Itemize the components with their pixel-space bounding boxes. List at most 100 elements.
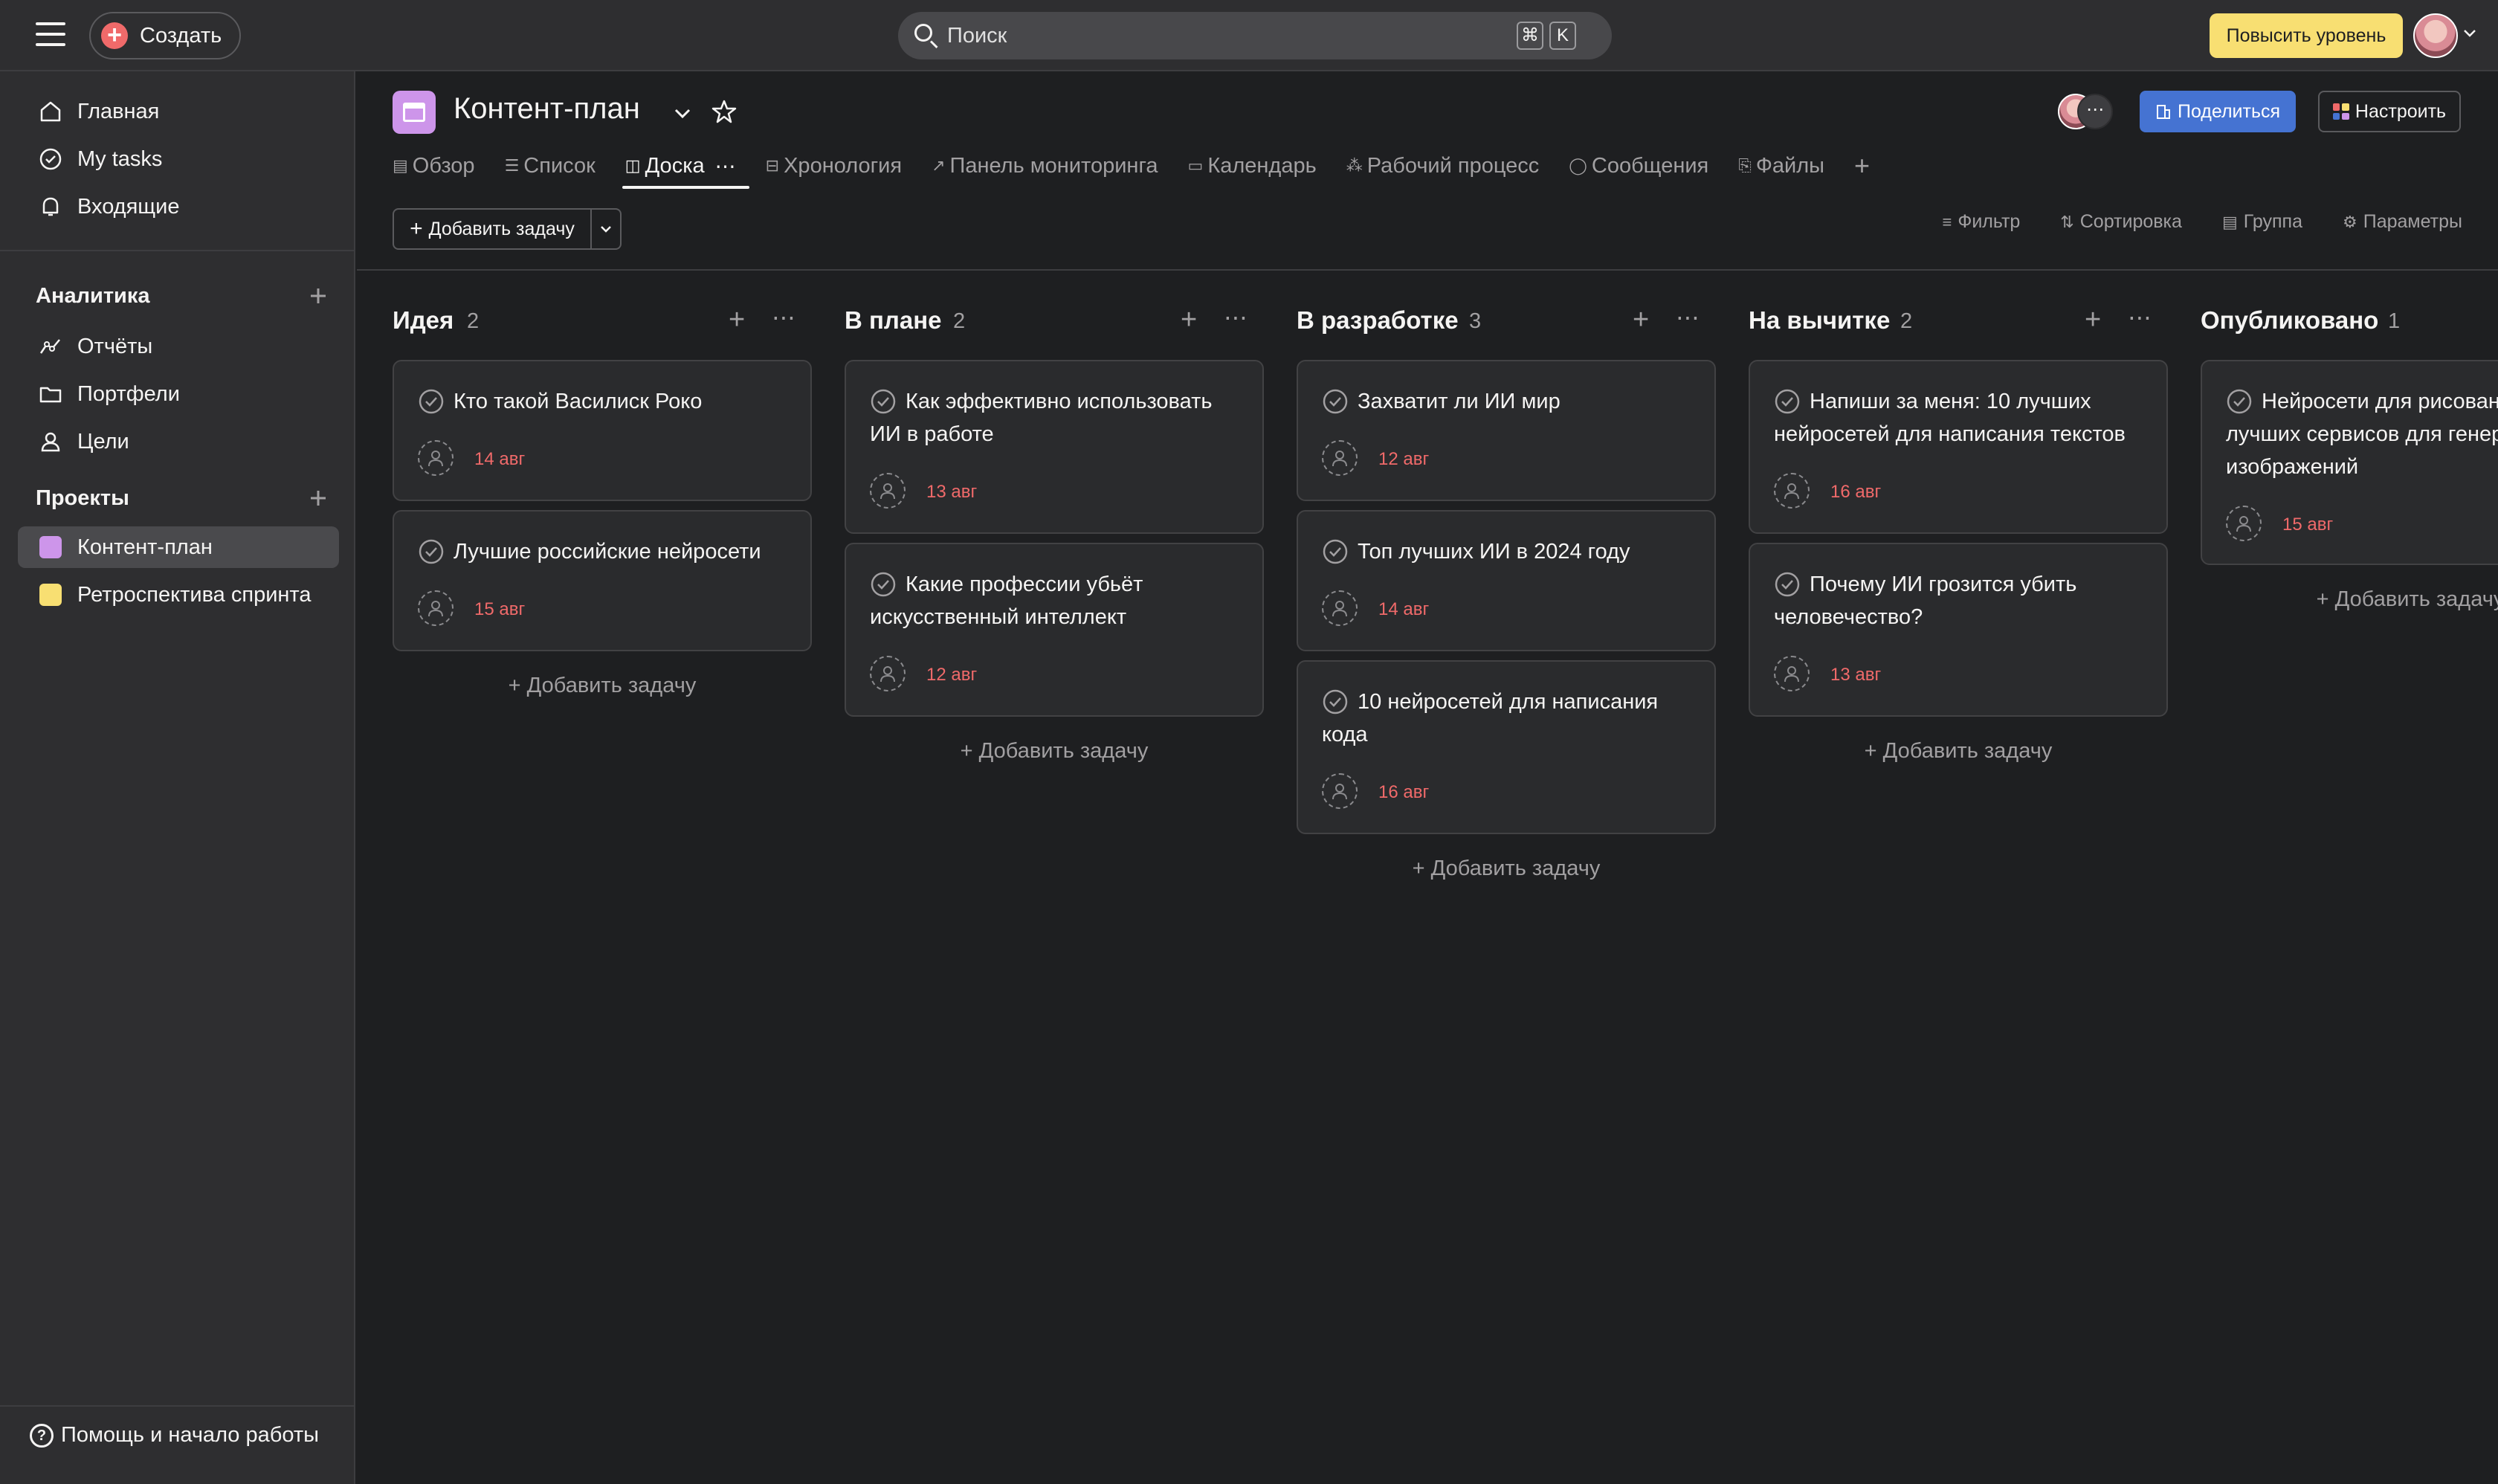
assignee-icon[interactable]: [1322, 440, 1358, 476]
options-button[interactable]: ⚙ Параметры: [2343, 211, 2462, 233]
add-project-icon[interactable]: [306, 486, 330, 510]
tab-workflow[interactable]: ⁂ Рабочий процесс: [1346, 147, 1540, 184]
tab-overview[interactable]: ▤ Обзор: [393, 147, 475, 184]
add-task-link[interactable]: + Добавить задачу: [1749, 739, 2168, 764]
search-placeholder: Поиск: [947, 23, 1007, 48]
sidebar-item-label: Ретроспектива спринта: [77, 582, 312, 607]
add-task-button[interactable]: + Добавить задачу: [393, 208, 592, 250]
tab-dashboard[interactable]: ↗ Панель мониторинга: [932, 147, 1158, 184]
task-card[interactable]: Нейросети для рисования: лучших сервисов…: [2201, 360, 2498, 565]
more-icon[interactable]: ⋯: [1676, 303, 1700, 332]
sidebar-item-inbox[interactable]: Входящие: [18, 186, 339, 228]
section-title-projects: Проекты: [36, 486, 129, 510]
sidebar-item-project-content-plan[interactable]: Контент-план: [18, 526, 339, 568]
add-card-icon[interactable]: +: [729, 306, 745, 334]
add-card-icon[interactable]: +: [1633, 306, 1649, 334]
more-icon[interactable]: ⋯: [715, 154, 736, 178]
task-card[interactable]: Как эффективно использовать ИИ в работе …: [845, 360, 1264, 534]
task-card[interactable]: Лучшие российские нейросети 15 авг: [393, 510, 812, 651]
assignee-icon[interactable]: [1774, 656, 1810, 691]
add-card-icon[interactable]: +: [1181, 306, 1197, 334]
assignee-icon[interactable]: [2226, 506, 2262, 541]
upgrade-button[interactable]: Повысить уровень: [2210, 13, 2403, 58]
sidebar-item-label: Цели: [77, 429, 129, 454]
sidebar-item-my-tasks[interactable]: My tasks: [18, 138, 339, 180]
view-tabs: ▤ Обзор ☰ Список ◫ Доска ⋯ ⊟ Хронология ↗ Пане…: [393, 147, 1870, 189]
task-card[interactable]: Почему ИИ грозится убить человечество? 1…: [1749, 543, 2168, 717]
tab-messages[interactable]: ◯ Сообщения: [1569, 147, 1708, 184]
due-date: 16 авг: [1378, 782, 1430, 802]
sidebar-item-home[interactable]: Главная: [18, 91, 339, 132]
more-members-icon[interactable]: ⋯: [2077, 94, 2113, 129]
task-card[interactable]: Кто такой Василиск Роко 14 авг: [393, 360, 812, 501]
board-icon: ◫: [624, 156, 641, 175]
assignee-icon[interactable]: [1322, 590, 1358, 626]
add-task-link[interactable]: + Добавить задачу: [393, 674, 812, 698]
sidebar-item-project-retro[interactable]: Ретроспектива спринта: [18, 574, 339, 616]
task-card[interactable]: Какие профессии убьёт искусственный инте…: [845, 543, 1264, 717]
building-icon: [2156, 105, 2170, 119]
bell-icon: [36, 192, 65, 222]
task-card[interactable]: Топ лучших ИИ в 2024 году 14 авг: [1297, 510, 1716, 651]
sort-button[interactable]: ⇅ Сортировка: [2060, 211, 2182, 233]
star-icon[interactable]: [711, 98, 738, 125]
sidebar-item-goals[interactable]: Цели: [18, 421, 339, 462]
column-count: 2: [953, 309, 966, 333]
add-card-icon[interactable]: +: [2085, 306, 2101, 334]
tab-label: Сообщения: [1591, 153, 1709, 178]
search-input[interactable]: Поиск ⌘ K: [898, 12, 1612, 59]
tab-timeline[interactable]: ⊟ Хронология: [766, 147, 902, 184]
more-icon[interactable]: ⋯: [772, 303, 795, 332]
assignee-icon[interactable]: [418, 590, 454, 626]
plus-icon: +: [410, 216, 423, 241]
board: Идея 2 + ⋯ Кто такой Василиск Роко 14 ав…: [357, 272, 2498, 1484]
top-bar: + Создать Поиск ⌘ K Повысить уровень: [0, 0, 2498, 71]
group-button[interactable]: ▤ Группа: [2222, 211, 2302, 233]
task-card[interactable]: 10 нейросетей для написания кода 16 авг: [1297, 660, 1716, 834]
sidebar-item-label: My tasks: [77, 146, 163, 171]
tab-list[interactable]: ☰ Список: [505, 147, 596, 184]
tab-calendar[interactable]: ▭ Календарь: [1188, 147, 1317, 184]
add-task-dropdown[interactable]: [592, 208, 622, 250]
column-title: На вычитке: [1749, 306, 1891, 334]
tab-label: Панель мониторинга: [949, 153, 1158, 178]
assignee-icon[interactable]: [418, 440, 454, 476]
user-avatar[interactable]: [2413, 13, 2458, 58]
assignee-icon[interactable]: [870, 473, 906, 509]
column-title: Опубликовано: [2201, 306, 2379, 334]
add-analytics-icon[interactable]: [306, 284, 330, 308]
assignee-icon[interactable]: [1774, 473, 1810, 509]
add-task-link[interactable]: + Добавить задачу: [2201, 587, 2498, 612]
add-task-link[interactable]: + Добавить задачу: [845, 739, 1264, 764]
add-tab-icon[interactable]: +: [1854, 150, 1870, 181]
paperclip-icon: ⎘: [1738, 156, 1752, 175]
add-task-link[interactable]: + Добавить задачу: [1297, 856, 1716, 881]
list-icon: ☰: [504, 156, 520, 175]
filter-button[interactable]: ≡ Фильтр: [1942, 211, 2020, 233]
task-title: Захватит ли ИИ мир: [1358, 390, 1561, 413]
calendar-icon: ▭: [1187, 156, 1204, 175]
project-header: Контент-план ⋯ Поделиться Настроить ▤ Обз…: [357, 71, 2498, 271]
share-button[interactable]: Поделиться: [2140, 91, 2296, 132]
task-card[interactable]: Напиши за меня: 10 лучших нейросетей для…: [1749, 360, 2168, 534]
assignee-icon[interactable]: [1322, 773, 1358, 809]
create-button[interactable]: + Создать: [89, 12, 241, 59]
tab-files[interactable]: ⎘ Файлы: [1738, 147, 1824, 184]
sidebar-item-reports[interactable]: Отчёты: [18, 326, 339, 367]
task-card[interactable]: Захватит ли ИИ мир 12 авг: [1297, 360, 1716, 501]
sidebar-item-portfolios[interactable]: Портфели: [18, 373, 339, 415]
customize-button[interactable]: Настроить: [2318, 91, 2461, 132]
help-button[interactable]: ? Помощь и начало работы: [30, 1423, 319, 1448]
tab-label: Обзор: [412, 153, 475, 178]
timeline-icon: ⊟: [765, 156, 780, 175]
tab-board[interactable]: ◫ Доска ⋯: [622, 147, 749, 189]
menu-icon[interactable]: [36, 22, 65, 49]
assignee-icon[interactable]: [870, 656, 906, 691]
chevron-down-icon[interactable]: [672, 103, 693, 123]
more-icon[interactable]: ⋯: [2128, 303, 2152, 332]
chevron-down-icon: [601, 226, 611, 233]
sidebar: Главная My tasks Входящие Аналитика Отчё…: [0, 71, 355, 1484]
more-icon[interactable]: ⋯: [1224, 303, 1248, 332]
chevron-down-icon[interactable]: [2462, 25, 2477, 40]
customize-label: Настроить: [2355, 100, 2447, 122]
